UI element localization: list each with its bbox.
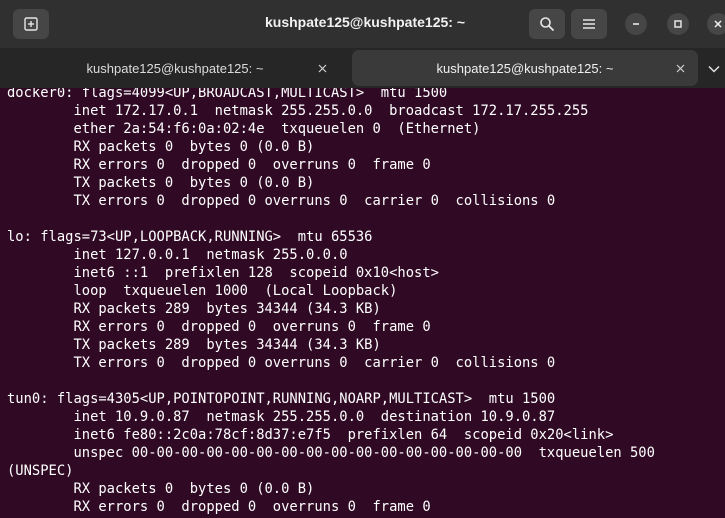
new-tab-icon — [24, 17, 38, 31]
tab-label: kushpate125@kushpate125: ~ — [86, 60, 264, 76]
terminal-line: (UNSPEC) — [7, 463, 74, 479]
terminal-line: TX errors 0 dropped 0 overruns 0 carrier… — [7, 193, 556, 209]
maximize-button[interactable] — [667, 13, 689, 35]
tab-close-button[interactable] — [672, 60, 688, 76]
close-icon — [714, 20, 722, 28]
terminal-line: inet 10.9.0.87 netmask 255.255.0.0 desti… — [7, 409, 556, 425]
terminal-window: kushpate125@kushpate125: ~ kushpate125@k… — [0, 0, 725, 518]
terminal-line: inet 127.0.0.1 netmask 255.0.0.0 — [7, 247, 348, 263]
close-icon — [676, 64, 684, 72]
terminal-line: RX packets 289 bytes 34344 (34.3 KB) — [7, 301, 381, 317]
tab-bar: kushpate125@kushpate125: ~ kushpate125@k… — [0, 48, 725, 88]
close-button[interactable] — [707, 13, 725, 35]
terminal-line: RX packets 0 bytes 0 (0.0 B) — [7, 481, 315, 497]
tab-label: kushpate125@kushpate125: ~ — [436, 60, 614, 76]
search-icon — [540, 17, 554, 31]
maximize-icon — [674, 20, 682, 28]
terminal-line: lo: flags=73<UP,LOOPBACK,RUNNING> mtu 65… — [7, 229, 373, 245]
new-tab-button[interactable] — [13, 9, 49, 39]
terminal-line: RX errors 0 dropped 0 overruns 0 frame 0 — [7, 319, 431, 335]
terminal-line: tun0: flags=4305<UP,POINTOPOINT,RUNNING,… — [7, 391, 556, 407]
terminal-line: ether 2a:54:f6:0a:02:4e txqueuelen 0 (Et… — [7, 121, 481, 137]
terminal-line: inet6 fe80::2c0a:78cf:8d37:e7f5 prefixle… — [7, 427, 614, 443]
chevron-down-icon — [708, 65, 720, 73]
close-icon — [318, 64, 326, 72]
terminal-output[interactable]: docker0: flags=4099<UP,BROADCAST,MULTICA… — [0, 88, 725, 518]
terminal-line: RX packets 0 bytes 0 (0.0 B) — [7, 139, 315, 155]
header-bar: kushpate125@kushpate125: ~ — [0, 0, 725, 48]
menu-button[interactable] — [571, 9, 607, 39]
terminal-line: docker0: flags=4099<UP,BROADCAST,MULTICA… — [7, 88, 448, 101]
minimize-icon — [633, 23, 639, 25]
tab-terminal-1[interactable]: kushpate125@kushpate125: ~ — [0, 50, 350, 86]
window-title: kushpate125@kushpate125: ~ — [264, 14, 466, 30]
terminal-text: docker0: flags=4099<UP,BROADCAST,MULTICA… — [7, 88, 723, 516]
search-button[interactable] — [529, 9, 565, 39]
terminal-line: unspec 00-00-00-00-00-00-00-00-00-00-00-… — [7, 445, 655, 461]
terminal-line: TX packets 0 bytes 0 (0.0 B) — [7, 175, 315, 191]
terminal-line: inet6 ::1 prefixlen 128 scopeid 0x10<hos… — [7, 265, 439, 281]
minimize-button[interactable] — [625, 13, 647, 35]
terminal-line: RX errors 0 dropped 0 overruns 0 frame 0 — [7, 499, 431, 515]
hamburger-menu-icon — [583, 19, 595, 29]
terminal-line: loop txqueuelen 1000 (Local Loopback) — [7, 283, 398, 299]
tab-terminal-2[interactable]: kushpate125@kushpate125: ~ — [352, 50, 698, 86]
terminal-line: RX errors 0 dropped 0 overruns 0 frame 0 — [7, 157, 431, 173]
tab-list-dropdown[interactable] — [705, 60, 723, 78]
tab-close-button[interactable] — [314, 60, 330, 76]
terminal-line: TX packets 289 bytes 34344 (34.3 KB) — [7, 337, 381, 353]
terminal-line: inet 172.17.0.1 netmask 255.255.0.0 broa… — [7, 103, 589, 119]
terminal-line: TX errors 0 dropped 0 overruns 0 carrier… — [7, 355, 556, 371]
